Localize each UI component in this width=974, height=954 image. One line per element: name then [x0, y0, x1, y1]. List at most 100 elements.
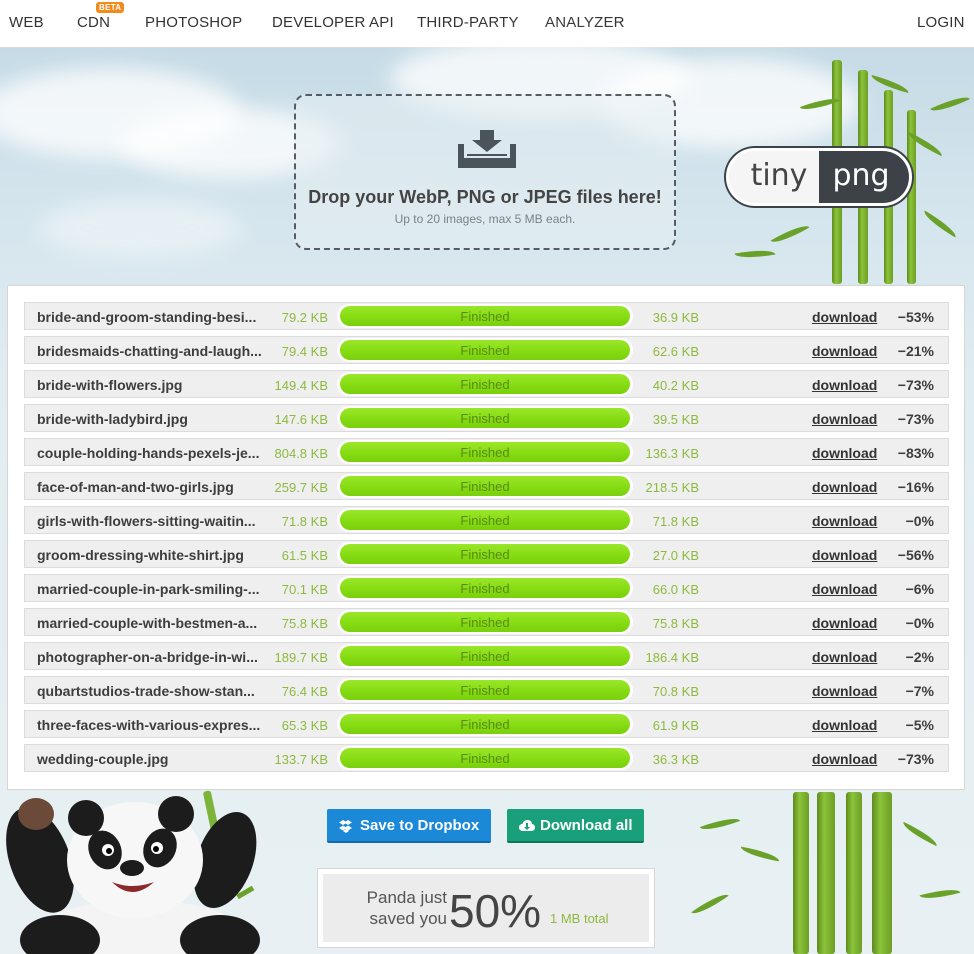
progress-status: Finished [460, 445, 510, 460]
file-name: bride-with-flowers.jpg [37, 377, 183, 393]
saving-percent: −73% [897, 411, 934, 427]
file-row: bride-with-ladybird.jpg 147.6 KB Finished 3… [24, 404, 949, 432]
download-link[interactable]: download [812, 377, 877, 393]
panda-mascot [6, 790, 260, 954]
logo-tiny: tiny [729, 151, 819, 203]
summary-percent: 50% [449, 885, 542, 937]
download-link[interactable]: download [812, 615, 877, 631]
progress-status: Finished [460, 683, 510, 698]
drop-zone-subtitle: Up to 20 images, max 5 MB each. [394, 212, 576, 226]
compressed-size: 218.5 KB [645, 480, 700, 495]
progress-bar: Finished [337, 440, 633, 464]
progress-bar: Finished [337, 712, 633, 736]
download-link[interactable]: download [812, 343, 877, 359]
download-link[interactable]: download [812, 717, 877, 733]
progress-bar: Finished [337, 508, 633, 532]
file-name: wedding-couple.jpg [37, 751, 169, 767]
saving-percent: −7% [905, 683, 934, 699]
file-row: qubartstudios-trade-show-stan... 76.4 KB F… [24, 676, 949, 704]
nav-photoshop[interactable]: PHOTOSHOP [145, 14, 242, 31]
file-name: married-couple-with-bestmen-a... [37, 615, 258, 631]
save-to-dropbox-button[interactable]: Save to Dropbox [327, 809, 491, 843]
download-all-label: Download all [540, 817, 633, 834]
download-link[interactable]: download [812, 751, 877, 767]
file-name: qubartstudios-trade-show-stan... [37, 683, 255, 699]
saving-percent: −16% [897, 479, 934, 495]
download-link[interactable]: download [812, 479, 877, 495]
download-link[interactable]: download [812, 309, 877, 325]
file-row: wedding-couple.jpg 133.7 KB Finished 36.3 K… [24, 744, 949, 772]
file-name: three-faces-with-various-expres... [37, 717, 261, 733]
compressed-size: 75.8 KB [652, 616, 699, 631]
progress-status: Finished [460, 377, 510, 392]
saving-percent: −5% [905, 717, 934, 733]
progress-status: Finished [460, 411, 510, 426]
progress-bar: Finished [337, 610, 633, 634]
progress-bar: Finished [337, 576, 633, 600]
file-row: face-of-man-and-two-girls.jpg 259.7 KB Fin… [24, 472, 949, 500]
dropbox-icon [339, 809, 353, 856]
download-link[interactable]: download [812, 445, 877, 461]
progress-bar: Finished [337, 304, 633, 328]
file-name: bridesmaids-chatting-and-laugh... [37, 343, 262, 359]
file-drop-zone[interactable]: Drop your WebP, PNG or JPEG files here! … [294, 94, 676, 250]
progress-status: Finished [460, 717, 510, 732]
progress-bar: Finished [337, 338, 633, 362]
file-name: bride-with-ladybird.jpg [37, 411, 188, 427]
nav-web[interactable]: WEB [9, 14, 44, 31]
original-size: 79.2 KB [281, 310, 328, 325]
saving-percent: −2% [905, 649, 934, 665]
summary-line-1: Panda just [366, 888, 447, 907]
saving-percent: −53% [897, 309, 934, 325]
logo-png: png [819, 151, 909, 203]
file-row: groom-dressing-white-shirt.jpg 61.5 KB Fin… [24, 540, 949, 568]
compressed-size: 66.0 KB [652, 582, 699, 597]
saving-percent: −83% [897, 445, 934, 461]
progress-bar: Finished [337, 406, 633, 430]
original-size: 133.7 KB [274, 752, 329, 767]
progress-bar: Finished [337, 542, 633, 566]
download-tray-icon [458, 130, 516, 168]
progress-bar: Finished [337, 644, 633, 668]
original-size: 71.8 KB [281, 514, 328, 529]
download-all-button[interactable]: Download all [507, 809, 644, 843]
tinypng-logo[interactable]: tiny png [726, 148, 912, 206]
original-size: 79.4 KB [281, 344, 328, 359]
compressed-size: 36.9 KB [652, 310, 699, 325]
saving-percent: −56% [897, 547, 934, 563]
file-name: girls-with-flowers-sitting-waitin... [37, 513, 256, 529]
original-size: 147.6 KB [274, 412, 329, 427]
nav-analyzer[interactable]: ANALYZER [545, 14, 625, 31]
original-size: 804.8 KB [274, 446, 329, 461]
download-link[interactable]: download [812, 649, 877, 665]
summary-line-2: saved you [369, 909, 448, 928]
file-row: bride-and-groom-standing-besi... 79.2 KB F… [24, 302, 949, 330]
nav-developer-api[interactable]: DEVELOPER API [272, 14, 394, 31]
download-link[interactable]: download [812, 513, 877, 529]
progress-bar: Finished [337, 746, 633, 770]
file-name: face-of-man-and-two-girls.jpg [37, 479, 234, 495]
summary-total: 1 MB total [550, 911, 609, 926]
compressed-size: 27.0 KB [652, 548, 699, 563]
file-row: couple-holding-hands-pexels-je... 804.8 K… [24, 438, 949, 466]
download-link[interactable]: download [812, 581, 877, 597]
progress-status: Finished [460, 751, 510, 766]
saving-percent: −73% [897, 751, 934, 767]
saving-percent: −0% [905, 615, 934, 631]
saving-percent: −21% [897, 343, 934, 359]
file-name: married-couple-in-park-smiling-... [37, 581, 260, 597]
compressed-size: 70.8 KB [652, 684, 699, 699]
progress-status: Finished [460, 479, 510, 494]
progress-status: Finished [460, 649, 510, 664]
nav-cdn[interactable]: CDN [77, 14, 110, 31]
results-panel: bride-and-groom-standing-besi... 79.2 KB F… [7, 285, 965, 790]
download-link[interactable]: download [812, 411, 877, 427]
nav-login[interactable]: LOGIN [917, 14, 965, 31]
download-link[interactable]: download [812, 683, 877, 699]
savings-summary: Panda just saved you 50% 1 MB total [317, 868, 655, 948]
file-name: photographer-on-a-bridge-in-wi... [37, 649, 258, 665]
nav-third-party[interactable]: THIRD-PARTY [417, 14, 519, 31]
file-row: photographer-on-a-bridge-in-wi... 189.7 K… [24, 642, 949, 670]
download-link[interactable]: download [812, 547, 877, 563]
compressed-size: 40.2 KB [652, 378, 699, 393]
